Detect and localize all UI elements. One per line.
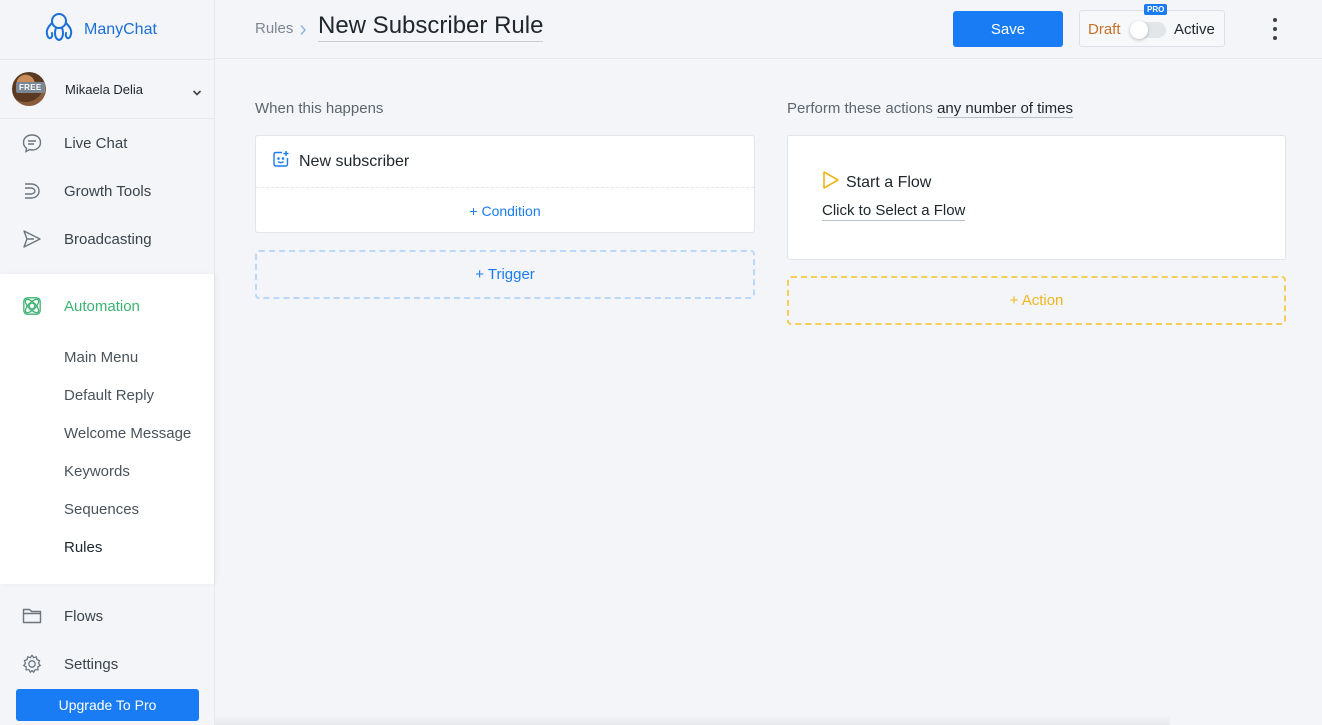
new-subscriber-icon [272,150,290,173]
chevron-right-icon [299,23,307,41]
action-title: Start a Flow [846,173,932,191]
account-name: Mikaela Delia [65,81,144,97]
sidebar-item-label: Automation [64,297,140,315]
trigger-new-subscriber[interactable]: New subscriber [256,136,754,188]
sidebar-subitem-main-menu[interactable]: Main Menu [0,338,214,376]
trigger-column-label: When this happens [255,100,384,117]
pro-badge: PRO [1144,4,1168,15]
add-trigger-button[interactable]: + Trigger [255,250,755,299]
action-title-row: Start a Flow [822,170,931,195]
chevron-down-icon[interactable] [192,84,202,102]
chat-bubble-icon [22,133,42,153]
trigger-card: New subscriber + Condition [255,135,755,233]
growth-tools-icon [22,181,42,201]
sidebar-subitem-welcome-message[interactable]: Welcome Message [0,414,214,452]
upgrade-to-pro-button[interactable]: Upgrade To Pro [16,689,199,721]
sidebar-item-automation[interactable]: Automation [0,274,214,338]
sidebar-item-label: Flows [64,607,104,625]
sidebar-subitem-sequences[interactable]: Sequences [0,490,214,528]
draft-label: Draft [1088,21,1121,38]
action-column-label-prefix: Perform these actions [787,100,933,117]
toggle-knob [1130,21,1148,39]
automation-atom-icon [22,296,42,316]
sidebar-item-flows[interactable]: Flows [0,592,214,640]
sidebar-item-label: Settings [64,655,119,673]
sidebar-item-live-chat[interactable]: Live Chat [0,119,214,167]
sidebar-subitem-keywords[interactable]: Keywords [0,452,214,490]
trigger-title: New subscriber [299,152,410,170]
brand[interactable]: ManyChat [0,0,214,60]
sidebar-item-settings[interactable]: Settings [0,640,214,688]
sidebar-item-growth-tools[interactable]: Growth Tools [0,167,214,215]
send-icon [22,229,42,249]
sidebar-subitem-default-reply[interactable]: Default Reply [0,376,214,414]
add-action-button[interactable]: + Action [787,276,1286,325]
automation-section: Automation Main Menu Default Reply Welco… [0,274,214,584]
folder-icon [22,606,42,626]
select-flow-link[interactable]: Click to Select a Flow [822,202,966,221]
action-card: Start a Flow Click to Select a Flow [787,135,1286,260]
account-switcher[interactable]: FREE Mikaela Delia [0,60,214,119]
breadcrumb-rules-link[interactable]: Rules [255,20,293,37]
header: Rules New Subscriber Rule Save Draft PRO… [215,0,1322,59]
action-frequency-link[interactable]: any number of times [937,100,1073,118]
manychat-logo-icon [42,11,76,48]
sidebar-item-label: Live Chat [64,134,128,152]
gear-icon [22,654,42,674]
save-button[interactable]: Save [953,11,1063,47]
page-title[interactable]: New Subscriber Rule [318,12,544,42]
sidebar: ManyChat FREE Mikaela Delia Live Chat Gr… [0,0,215,725]
add-condition-button[interactable]: + Condition [256,188,754,233]
status-toggle-group: Draft PRO Active [1079,4,1225,47]
play-triangle-icon [822,170,840,195]
more-options-icon[interactable] [1267,16,1283,42]
sidebar-item-broadcasting[interactable]: Broadcasting [0,215,214,263]
brand-name: ManyChat [84,20,157,38]
sidebar-subitem-rules[interactable]: Rules [0,528,214,566]
sidebar-item-label: Growth Tools [64,182,152,200]
bottom-scroll-shade [215,715,1170,725]
action-column-label: Perform these actions any number of time… [787,100,1073,118]
active-toggle[interactable] [1130,21,1166,39]
plan-badge: FREE [16,82,45,93]
sidebar-item-label: Broadcasting [64,230,152,248]
active-label: Active [1174,21,1215,38]
